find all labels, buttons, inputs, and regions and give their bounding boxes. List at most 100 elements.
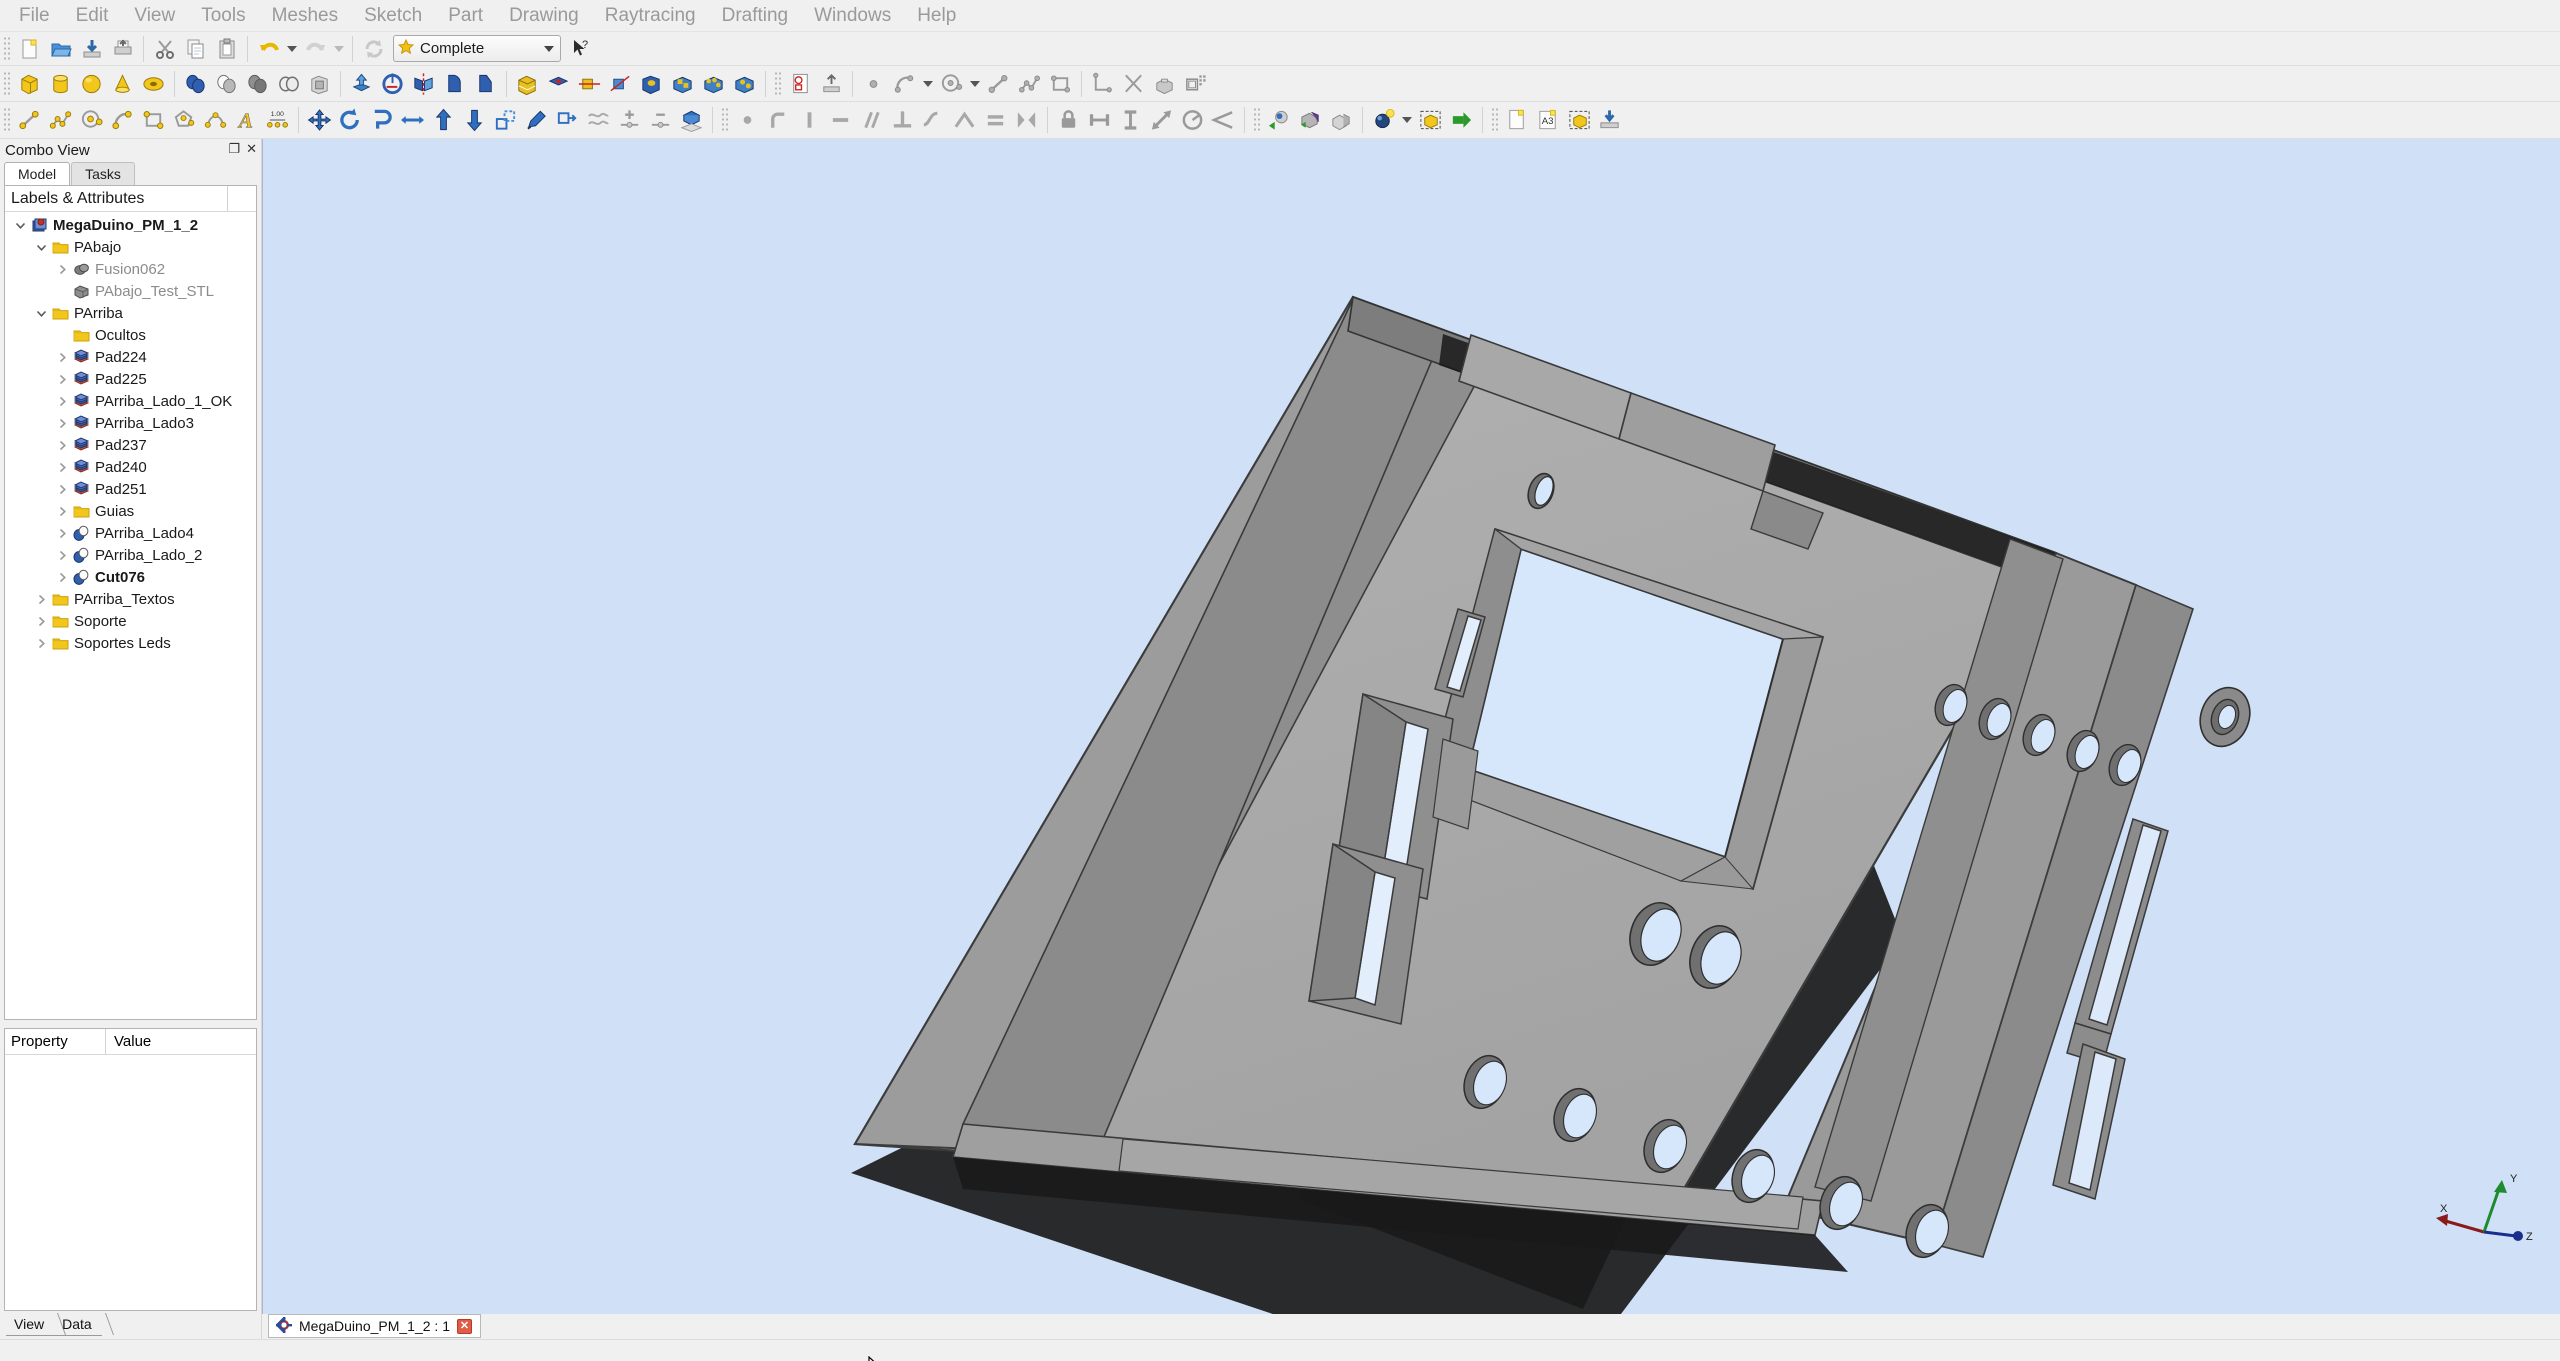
toolbar-grip[interactable] <box>1491 107 1499 133</box>
section-icon[interactable] <box>607 70 634 97</box>
chevron-right-icon[interactable] <box>53 396 71 407</box>
tree-item-parriba[interactable]: PArriba <box>5 302 256 324</box>
drawing-new-page-icon[interactable] <box>1504 107 1531 134</box>
sketch-attach-icon[interactable] <box>1089 70 1116 97</box>
menu-meshes[interactable]: Meshes <box>259 2 352 30</box>
chevron-right-icon[interactable] <box>53 462 71 473</box>
drawing-insert-view-icon[interactable] <box>1566 107 1593 134</box>
snap-tangent-icon[interactable] <box>920 107 947 134</box>
redo-dropdown-icon[interactable] <box>332 35 346 62</box>
copy-icon[interactable] <box>182 35 209 62</box>
part-cone-icon[interactable] <box>109 70 136 97</box>
tree-item-guias[interactable]: Guias <box>5 500 256 522</box>
part-torus-icon[interactable] <box>140 70 167 97</box>
draft-addpoint-icon[interactable] <box>616 107 643 134</box>
thickness-icon[interactable] <box>514 70 541 97</box>
snap-horizontal-icon[interactable] <box>827 107 854 134</box>
sketch-circle-icon[interactable] <box>938 70 965 97</box>
part-sphere-icon[interactable] <box>78 70 105 97</box>
sketch-rectangle-icon[interactable] <box>1047 70 1074 97</box>
raytracing-part-icon[interactable] <box>1328 107 1355 134</box>
draft-rectangle-icon[interactable] <box>140 107 167 134</box>
chevron-right-icon[interactable] <box>32 594 50 605</box>
draft-edit-icon[interactable] <box>523 107 550 134</box>
draft-dimension-icon[interactable]: 1.00 <box>264 107 291 134</box>
ruled-surface-icon[interactable] <box>638 70 665 97</box>
revolve-icon[interactable] <box>379 70 406 97</box>
constraint-distance-icon[interactable] <box>1148 107 1175 134</box>
open-document-icon[interactable] <box>47 35 74 62</box>
tree-item-pabajo-test-stl[interactable]: PAbajo_Test_STL <box>5 280 256 302</box>
draft-arc-icon[interactable] <box>109 107 136 134</box>
close-icon[interactable]: ✕ <box>246 142 257 155</box>
draft-scale-icon[interactable] <box>492 107 519 134</box>
chevron-down-icon[interactable] <box>32 242 50 253</box>
chevron-right-icon[interactable] <box>53 264 71 275</box>
combo-tab-model[interactable]: Model <box>4 162 71 185</box>
tree-item-parriba-lado3[interactable]: PArriba_Lado3 <box>5 412 256 434</box>
3d-viewport[interactable]: X Y Z <box>262 139 2560 1314</box>
sketch-grid-icon[interactable] <box>1182 70 1209 97</box>
chevron-right-icon[interactable] <box>53 440 71 451</box>
chevron-right-icon[interactable] <box>53 572 71 583</box>
draft-line-icon[interactable] <box>16 107 43 134</box>
draft-shape2dview-icon[interactable] <box>554 107 581 134</box>
tree-item-pabajo[interactable]: PAbajo <box>5 236 256 258</box>
cut-icon[interactable] <box>151 35 178 62</box>
mesh-select-icon[interactable] <box>1417 107 1444 134</box>
menu-drafting[interactable]: Drafting <box>709 2 802 30</box>
snap-symmetric-icon[interactable] <box>1013 107 1040 134</box>
chevron-right-icon[interactable] <box>53 352 71 363</box>
sweep-icon[interactable] <box>700 70 727 97</box>
undo-icon[interactable] <box>255 35 282 62</box>
chevron-right-icon[interactable] <box>53 418 71 429</box>
save-document-icon[interactable] <box>78 35 105 62</box>
draft-downgrade-icon[interactable] <box>461 107 488 134</box>
constraint-angle-icon[interactable] <box>1210 107 1237 134</box>
drawing-save-sheet-icon[interactable] <box>1597 107 1624 134</box>
draft-delpoint-icon[interactable] <box>647 107 674 134</box>
snap-angle-icon[interactable] <box>951 107 978 134</box>
chevron-right-icon[interactable] <box>53 506 71 517</box>
draft-upgrade-icon[interactable] <box>430 107 457 134</box>
sketch-arc-dropdown-icon[interactable] <box>921 70 935 97</box>
boolean-icon[interactable] <box>275 70 302 97</box>
property-tab-data[interactable]: Data <box>54 1313 102 1336</box>
toolbar-grip[interactable] <box>3 35 11 62</box>
tree-item-pad240[interactable]: Pad240 <box>5 456 256 478</box>
print-icon[interactable] <box>109 35 136 62</box>
chevron-down-icon[interactable] <box>32 308 50 319</box>
sketch-arc-icon[interactable] <box>891 70 918 97</box>
sketch-line-icon[interactable] <box>985 70 1012 97</box>
combo-tab-tasks[interactable]: Tasks <box>71 162 135 185</box>
workbench-selector[interactable]: Complete <box>393 35 561 62</box>
toolbar-grip[interactable] <box>3 107 11 133</box>
property-tab-view[interactable]: View <box>6 1313 55 1336</box>
boolean-cut-icon[interactable] <box>244 70 271 97</box>
3d-model-enclosure-panel[interactable] <box>263 139 2560 1314</box>
menu-view[interactable]: View <box>121 2 188 30</box>
tree-item-parriba-lado4[interactable]: PArriba_Lado4 <box>5 522 256 544</box>
part-box-icon[interactable] <box>16 70 43 97</box>
menu-help[interactable]: Help <box>904 2 969 30</box>
chevron-right-icon[interactable] <box>53 484 71 495</box>
mesh-from-shape-icon[interactable] <box>1370 107 1397 134</box>
constraint-lock-icon[interactable] <box>1055 107 1082 134</box>
whats-this-icon[interactable]: ? <box>567 35 594 62</box>
draft-trimex-icon[interactable] <box>399 107 426 134</box>
extrude-icon[interactable] <box>348 70 375 97</box>
mirror-icon[interactable] <box>410 70 437 97</box>
chevron-down-icon[interactable] <box>11 220 29 231</box>
property-editor-body[interactable] <box>5 1055 256 1310</box>
tree-item-pad225[interactable]: Pad225 <box>5 368 256 390</box>
tree-item-pad224[interactable]: Pad224 <box>5 346 256 368</box>
snap-vertical-icon[interactable] <box>796 107 823 134</box>
drawing-sheet-icon[interactable] <box>787 70 814 97</box>
drawing-page-a3-icon[interactable]: A3 <box>1535 107 1562 134</box>
toolbar-grip[interactable] <box>774 70 782 97</box>
tree-item-megaduino-pm-1-2[interactable]: MegaDuino_PM_1_2 <box>5 214 256 236</box>
draft-polygon-icon[interactable] <box>171 107 198 134</box>
sketch-trim-icon[interactable] <box>1120 70 1147 97</box>
constraint-distance-x-icon[interactable] <box>1086 107 1113 134</box>
compound-icon[interactable] <box>306 70 333 97</box>
